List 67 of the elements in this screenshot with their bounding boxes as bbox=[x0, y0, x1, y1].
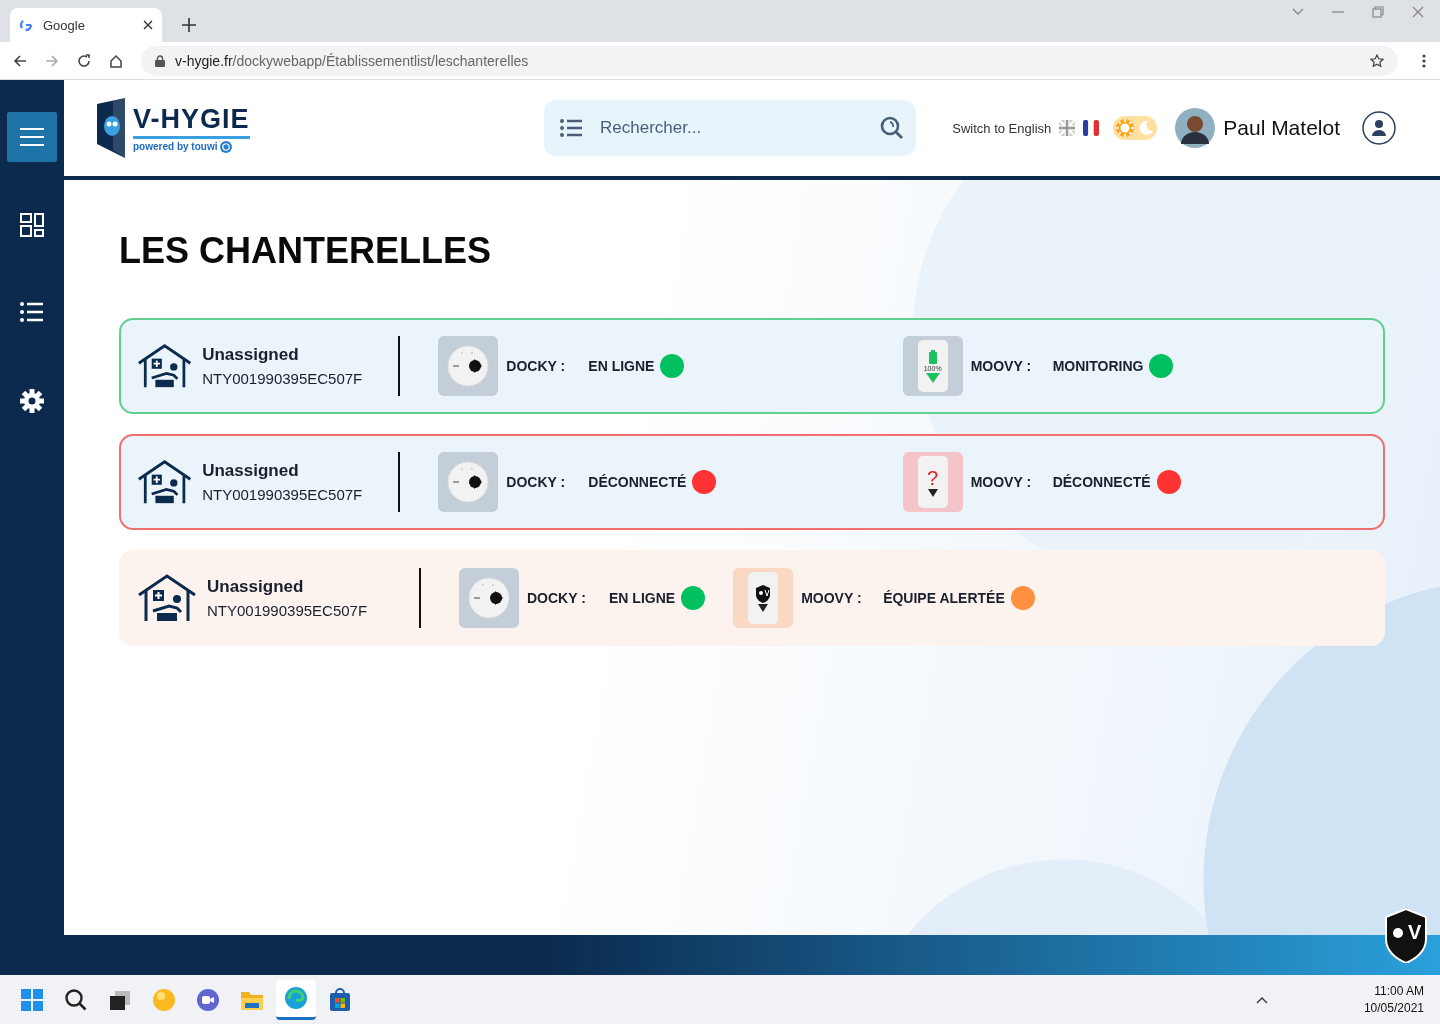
url-text: v-hygie.fr/dockywebapp/Établissementlist/leschanterelles bbox=[175, 52, 530, 69]
avatar-icon bbox=[1175, 108, 1216, 148]
status-text: ÉQUIPE ALERTÉE bbox=[883, 590, 1005, 606]
more-menu-icon[interactable] bbox=[1422, 53, 1426, 68]
status-text: EN LIGNE bbox=[588, 358, 655, 374]
room-name: Unassigned bbox=[202, 345, 300, 365]
search-bar[interactable]: Rechercher... bbox=[544, 100, 916, 156]
swirl-globe-icon bbox=[284, 986, 308, 1010]
list-icon bbox=[560, 119, 582, 137]
device-label: MOOVY : bbox=[801, 590, 863, 606]
moovy-device-icon: ? bbox=[917, 456, 948, 508]
status-text: EN LIGNE bbox=[609, 590, 676, 606]
docky-device-icon bbox=[446, 344, 491, 388]
device-label: MOOVY : bbox=[970, 358, 1033, 374]
close-icon[interactable] bbox=[143, 20, 153, 30]
shield-logo: V bbox=[1384, 909, 1428, 963]
device-label: DOCKY : bbox=[506, 358, 567, 374]
moovy-device-icon bbox=[748, 572, 779, 624]
language-link[interactable]: Switch to English bbox=[952, 120, 1052, 136]
list-icon bbox=[20, 301, 44, 325]
reload-icon[interactable] bbox=[77, 53, 91, 68]
docky-device-icon bbox=[467, 576, 511, 620]
logo-text: V-HYGIE bbox=[133, 103, 250, 135]
france-flag-icon[interactable] bbox=[1083, 120, 1100, 136]
sun-icon bbox=[1116, 119, 1135, 137]
theme-toggle[interactable] bbox=[1113, 116, 1158, 140]
address-bar[interactable]: v-hygie.fr/dockywebapp/Établissementlist/leschanterelles bbox=[141, 45, 1398, 76]
status-text: DÉCONNECTÉ bbox=[588, 474, 687, 490]
ball-icon bbox=[152, 987, 176, 1012]
chat-icon bbox=[196, 987, 220, 1012]
serial-number: NTY001990395EC507F bbox=[202, 486, 364, 503]
status-text: DÉCONNECTÉ bbox=[1052, 474, 1151, 490]
serial-number: NTY001990395EC507F bbox=[207, 602, 369, 619]
star-icon[interactable] bbox=[1370, 53, 1384, 68]
device-label: DOCKY : bbox=[527, 590, 587, 606]
chevron-up-icon[interactable] bbox=[1255, 995, 1268, 1004]
uk-flag-icon[interactable] bbox=[1059, 120, 1076, 136]
logo-tagline: powered by touwi bbox=[133, 141, 218, 152]
back-arrow-icon[interactable] bbox=[13, 53, 27, 68]
device-label: MOOVY : bbox=[970, 474, 1033, 490]
clock-time: 11:00 AM bbox=[1373, 982, 1424, 1000]
new-tab-icon[interactable] bbox=[182, 18, 196, 32]
lock-icon bbox=[155, 54, 165, 67]
room-card[interactable]: Unassigned NTY001990395EC507F DOCKY : DÉCONNECTÉ ? MOOVY : DÉCONNECTÉ bbox=[119, 434, 1385, 530]
search-icon[interactable] bbox=[880, 116, 904, 140]
page-title: LES CHANTERELLES bbox=[119, 230, 493, 272]
room-card[interactable]: Unassigned NTY001990395EC507F DOCKY : EN LIGNE MOOVY : ÉQUIPE ALERTÉE bbox=[119, 550, 1385, 646]
device-label: DOCKY : bbox=[506, 474, 567, 490]
search-input[interactable]: Rechercher... bbox=[598, 117, 864, 139]
room-name: Unassigned bbox=[202, 461, 300, 481]
home-icon[interactable] bbox=[109, 53, 123, 68]
house-care-icon bbox=[137, 573, 197, 623]
four-squares-icon bbox=[20, 987, 44, 1012]
user-name: Paul Matelot bbox=[1223, 116, 1340, 140]
clock-date: 10/05/2021 bbox=[1363, 999, 1424, 1017]
browser-tab[interactable]: Google bbox=[10, 8, 162, 42]
user-account-icon[interactable] bbox=[1362, 111, 1396, 145]
chevron-down-icon[interactable] bbox=[1292, 8, 1304, 16]
search-icon bbox=[64, 987, 88, 1012]
docky-device-icon bbox=[446, 460, 491, 504]
dashboard-icon bbox=[20, 213, 44, 237]
serial-number: NTY001990395EC507F bbox=[202, 370, 364, 387]
settings-icon bbox=[20, 389, 44, 413]
room-name: Unassigned bbox=[207, 577, 305, 597]
menu-icon bbox=[20, 127, 44, 147]
store-bag-icon bbox=[328, 987, 352, 1012]
status-text: MONITORING bbox=[1052, 358, 1144, 374]
